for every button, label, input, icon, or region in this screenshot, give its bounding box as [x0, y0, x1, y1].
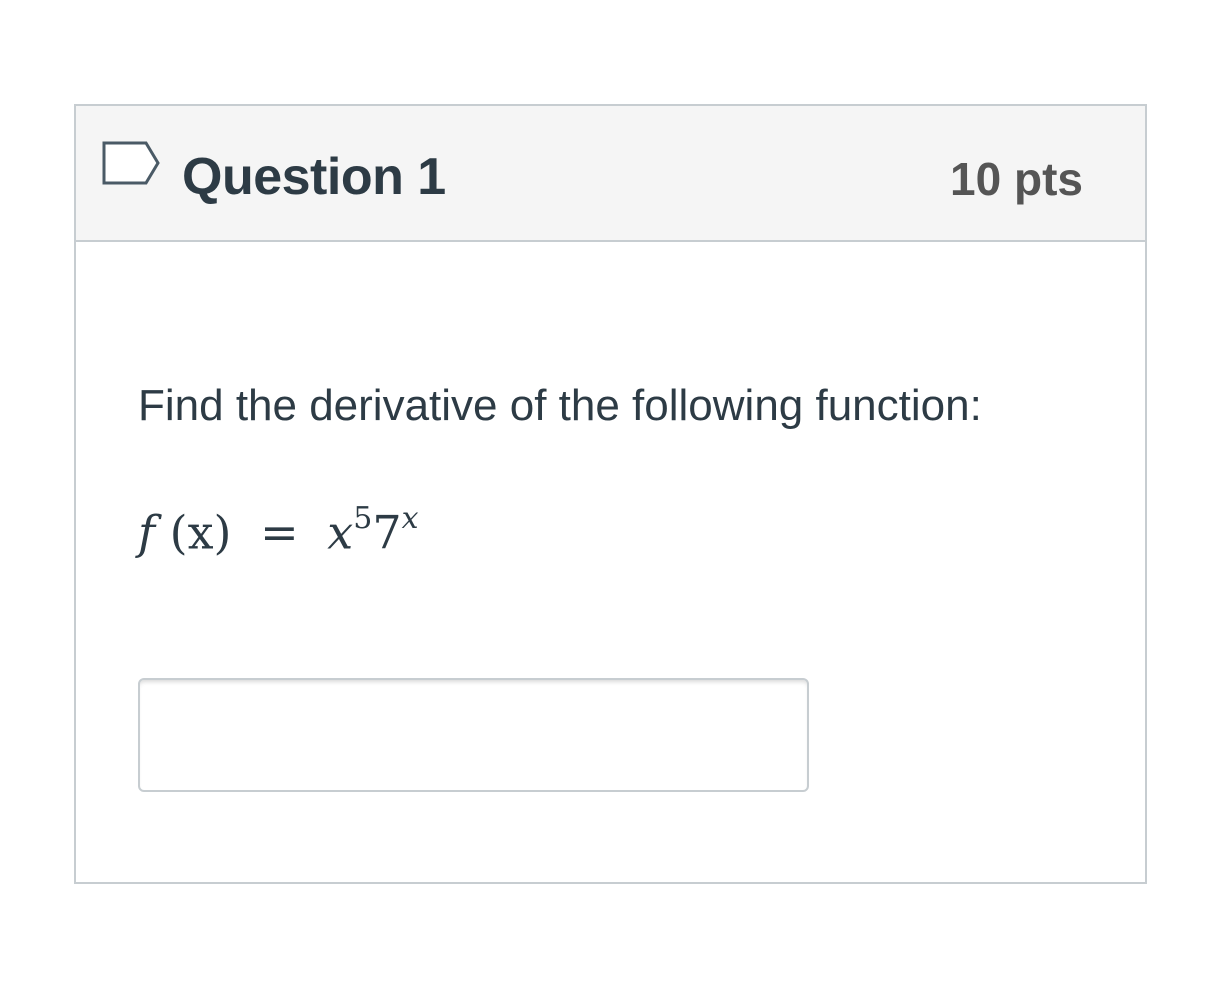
answer-input[interactable] [138, 678, 809, 792]
formula-function-name: f [138, 505, 156, 560]
question-prompt: Find the derivative of the following fun… [138, 381, 982, 430]
flag-icon[interactable] [101, 139, 163, 187]
formula-exponent-x: x [401, 501, 419, 536]
formula-argument: (x) [169, 505, 232, 560]
question-points: 10 pts [950, 153, 1083, 205]
function-formula: f (x) = x57x [138, 488, 419, 567]
question-card: Question 1 10 pts Find the derivative of… [74, 104, 1147, 884]
formula-equals: = [260, 505, 299, 560]
formula-base-7: 7 [372, 505, 402, 560]
question-header: Question 1 10 pts [76, 106, 1145, 242]
formula-base-x: x [327, 505, 354, 560]
question-title: Question 1 [182, 148, 446, 206]
formula-exponent-5: 5 [353, 501, 373, 536]
